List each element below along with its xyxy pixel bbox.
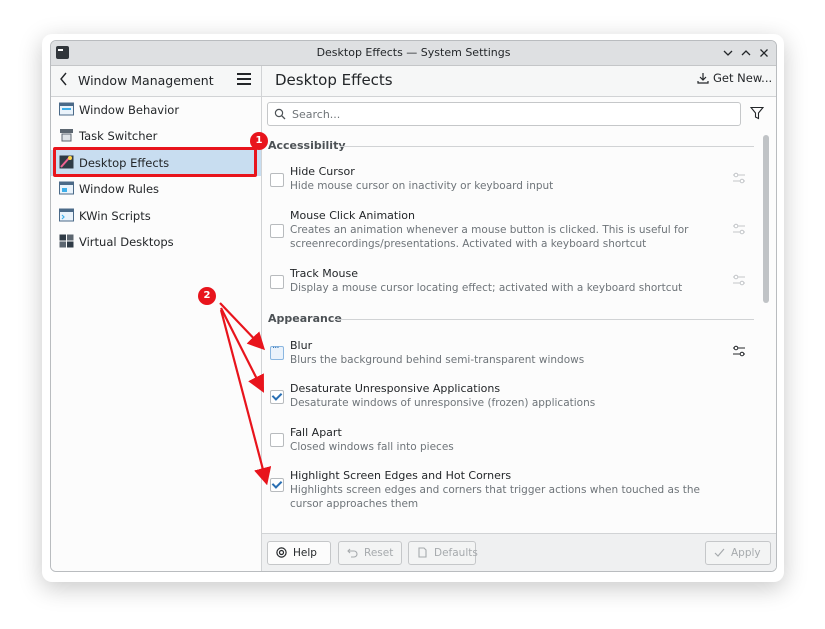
get-new-label: Get New... [713,71,773,85]
titlebar: Desktop Effects — System Settings [51,41,776,66]
chevron-down-icon [723,50,733,56]
defaults-label: Defaults [434,547,478,559]
back-button[interactable] [59,71,69,91]
header-divider [261,66,262,96]
effect-checkbox[interactable] [270,343,284,360]
reset-label: Reset [364,547,394,559]
sidebar-item-label: KWin Scripts [79,209,151,223]
configure-icon[interactable] [732,345,746,357]
virtual-desktops-icon [59,234,74,248]
configure-icon[interactable] [732,274,746,286]
kwin-scripts-icon [59,208,74,222]
maximize-button[interactable] [737,44,755,62]
effects-list: Accessibility Hide Cursor Hide mouse cur… [262,131,762,529]
effect-description: Hide mouse cursor on inactivity or keybo… [290,180,554,192]
chevron-up-icon [741,50,751,56]
configure-icon[interactable] [732,223,746,235]
download-icon [697,73,709,84]
effect-description: Desaturate windows of unresponsive (froz… [290,397,596,409]
header-bar: Window Management Desktop Effects Get Ne… [51,66,776,97]
section-appearance: Appearance [268,312,754,325]
sidebar-item-window-rules[interactable]: Window Rules [51,176,261,202]
effects-panel: Accessibility Hide Cursor Hide mouse cur… [262,97,776,571]
effect-checkbox[interactable] [270,478,284,492]
effect-checkbox[interactable] [270,275,284,289]
effect-description: Closed windows fall into pieces [290,441,454,453]
annotation-badge-1: 1 [250,132,268,150]
section-divider [340,146,754,147]
window-title: Desktop Effects — System Settings [316,46,511,59]
section-accessibility: Accessibility [268,139,754,152]
search-box[interactable] [267,102,741,126]
section-title: Accessibility [268,139,346,152]
hamburger-menu-icon[interactable] [237,73,251,85]
back-section-label[interactable]: Window Management [78,73,214,88]
checkmark-icon [714,548,725,557]
effect-name: Mouse Click Animation [290,209,415,222]
undo-icon [347,548,358,558]
system-settings-window: Desktop Effects — System Settings Window… [50,40,777,572]
apply-label: Apply [731,547,761,559]
get-new-button[interactable]: Get New... [697,71,772,91]
close-icon [760,49,768,57]
effect-checkbox[interactable] [270,433,284,447]
sidebar-item-label: Virtual Desktops [79,235,174,249]
chevron-left-icon [60,72,67,86]
minimize-button[interactable] [719,44,737,62]
effect-name: Hide Cursor [290,165,355,178]
help-label: Help [293,547,317,559]
effect-name: Desaturate Unresponsive Applications [290,382,501,395]
close-button[interactable] [755,44,773,62]
section-divider [334,319,754,320]
sidebar-item-virtual-desktops[interactable]: Virtual Desktops [51,229,261,255]
sidebar-item-label: Window Behavior [79,103,180,117]
annotation-badge-2: 2 [198,287,216,305]
window-behavior-icon [59,102,74,116]
effect-description: Display a mouse cursor locating effect; … [290,282,683,294]
effect-description: Blurs the background behind semi-transpa… [290,354,585,366]
footer-bar: Help Reset Defaults Apply [262,533,776,571]
reset-button[interactable]: Reset [338,541,402,565]
effect-name: Blur [290,339,313,352]
search-icon [274,108,286,120]
help-button[interactable]: Help [267,541,331,565]
filter-icon[interactable] [750,106,764,120]
effect-name: Track Mouse [290,267,358,280]
configure-icon[interactable] [732,172,746,184]
window-rules-icon [59,181,74,195]
apply-button[interactable]: Apply [705,541,771,565]
sidebar-item-label: Window Rules [79,182,160,196]
task-switcher-icon [60,129,73,142]
sidebar-item-window-behavior[interactable]: Window Behavior [51,97,261,123]
help-icon [276,547,287,558]
scrollbar[interactable] [762,133,770,529]
effect-name: Highlight Screen Edges and Hot Corners [290,469,512,482]
defaults-button[interactable]: Defaults [408,541,478,565]
effect-description: Creates an animation whenever a mouse bu… [290,224,689,250]
scrollbar-thumb[interactable] [763,135,769,303]
document-icon [418,547,427,558]
page-title: Desktop Effects [275,71,393,89]
highlight-box-desktop-effects [53,147,257,177]
effect-description: Highlights screen edges and corners that… [290,484,701,510]
search-input[interactable] [290,105,724,123]
effect-checkbox[interactable] [270,224,284,238]
sidebar-item-label: Task Switcher [79,129,158,143]
sidebar-item-kwin-scripts[interactable]: KWin Scripts [51,203,261,229]
sidebar-item-task-switcher[interactable]: Task Switcher [51,123,261,149]
section-title: Appearance [268,312,342,325]
effect-checkbox[interactable] [270,173,284,187]
effect-checkbox[interactable] [270,390,284,404]
effect-name: Fall Apart [290,426,342,439]
